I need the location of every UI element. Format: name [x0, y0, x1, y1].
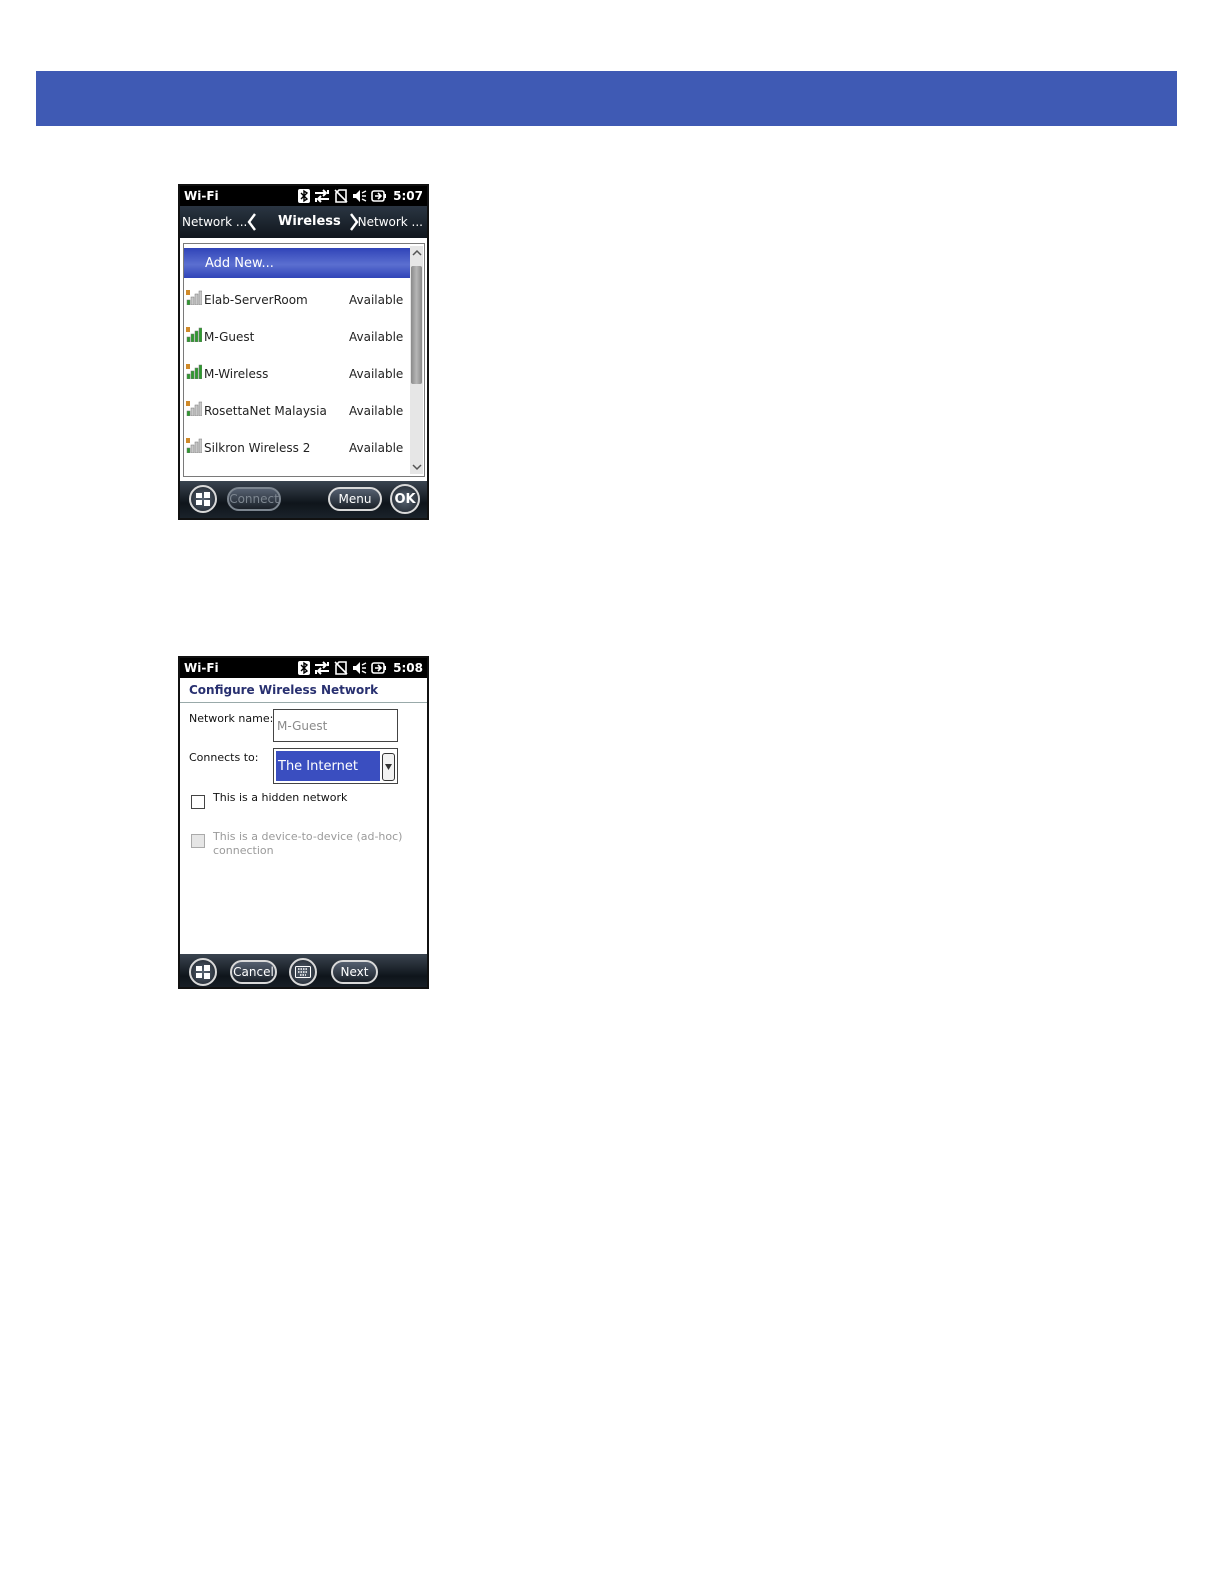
network-name: RosettaNet Malaysia: [204, 404, 327, 418]
ok-button[interactable]: OK: [390, 484, 420, 514]
list-item[interactable]: Silkron Wireless 2 Available: [184, 433, 411, 463]
status-time: 5:08: [393, 661, 423, 675]
lock-icon: [186, 290, 190, 295]
network-status: Available: [349, 293, 404, 307]
connects-to-label: Connects to:: [189, 751, 259, 764]
network-name: M-Guest: [204, 330, 255, 344]
battery-charging-icon: [371, 190, 387, 202]
signal-bar: [186, 447, 191, 454]
network-status: Available: [349, 330, 404, 344]
signal-bar: [198, 438, 203, 454]
network-name-label: Network name:: [189, 712, 274, 725]
document-header-banner: [36, 71, 1177, 126]
signal-bar: [186, 299, 191, 306]
lock-icon: [186, 327, 190, 332]
connects-to-value: The Internet: [276, 751, 380, 781]
network-status: Available: [349, 441, 404, 455]
network-name: M-Wireless: [204, 367, 269, 381]
status-bar: Wi-Fi 5:07: [180, 186, 427, 206]
signal-strength-icon: [186, 289, 203, 308]
signal-bar: [190, 333, 195, 343]
list-item[interactable]: Elab-ServerRoom Available: [184, 285, 411, 315]
scrollbar[interactable]: [410, 246, 423, 474]
bluetooth-icon: [298, 189, 311, 203]
windows-start-icon[interactable]: [189, 485, 217, 513]
list-item[interactable]: RosettaNet Malaysia Available: [184, 396, 411, 426]
cancel-button[interactable]: Cancel: [230, 960, 277, 984]
data-transfer-icon: [315, 189, 330, 203]
signal-bar: [194, 441, 199, 454]
signal-bar: [194, 404, 199, 417]
signal-bar: [198, 290, 203, 306]
next-button[interactable]: Next: [331, 960, 378, 984]
dropdown-arrow-icon[interactable]: [382, 753, 395, 781]
tab-network-left[interactable]: Network ...: [182, 215, 247, 229]
signal-bar: [194, 330, 199, 343]
softkey-bar: Connect Menu OK: [180, 481, 427, 518]
add-new-item[interactable]: Add New...: [184, 248, 411, 278]
status-title: Wi-Fi: [184, 661, 219, 675]
connect-button[interactable]: Connect: [227, 487, 281, 511]
keyboard-icon[interactable]: [289, 958, 317, 986]
signal-bar: [198, 364, 203, 380]
adhoc-label: This is a device-to-device (ad-hoc) conn…: [213, 830, 403, 857]
speaker-muted-icon: [353, 662, 367, 674]
signal-bar: [198, 401, 203, 417]
signal-bar: [190, 444, 195, 454]
tab-wireless[interactable]: Wireless: [278, 214, 341, 229]
speaker-muted-icon: [353, 190, 367, 202]
wifi-networks-screen: Wi-Fi 5:07 Network ... Wireless Network …: [178, 184, 429, 520]
no-sim-icon: [334, 661, 348, 675]
title-divider: [180, 702, 427, 703]
menu-button[interactable]: Menu: [328, 487, 382, 511]
list-item[interactable]: M-Wireless Available: [184, 359, 411, 389]
network-status: Available: [349, 404, 404, 418]
windows-start-icon[interactable]: [189, 958, 217, 986]
network-list: Add New... Elab-ServerRoom Available M-G…: [183, 243, 425, 477]
signal-bar: [190, 296, 195, 306]
status-time: 5:07: [393, 189, 423, 203]
signal-bar: [190, 407, 195, 417]
list-item[interactable]: M-Guest Available: [184, 322, 411, 352]
connects-to-select[interactable]: The Internet: [273, 748, 398, 784]
signal-strength-icon: [186, 400, 203, 419]
chevron-left-icon[interactable]: [246, 212, 258, 232]
network-status: Available: [349, 367, 404, 381]
signal-strength-icon: [186, 326, 203, 345]
softkey-bar: Cancel Next: [180, 954, 427, 987]
configure-network-screen: Wi-Fi 5:08 Configure Wireless Network Ne…: [178, 656, 429, 989]
hidden-network-checkbox[interactable]: [191, 795, 205, 809]
lock-icon: [186, 438, 190, 443]
signal-bar: [186, 373, 191, 380]
scroll-thumb[interactable]: [411, 266, 422, 384]
status-title: Wi-Fi: [184, 189, 219, 203]
tab-bar: Network ... Wireless Network ...: [180, 206, 427, 238]
bluetooth-icon: [298, 661, 311, 675]
status-bar: Wi-Fi 5:08: [180, 658, 427, 678]
tab-network-right[interactable]: Network ...: [358, 215, 423, 229]
signal-strength-icon: [186, 363, 203, 382]
signal-strength-icon: [186, 437, 203, 456]
battery-charging-icon: [371, 662, 387, 674]
status-icons: 5:07: [298, 187, 423, 205]
scroll-up-icon[interactable]: [410, 246, 423, 260]
status-icons: 5:08: [298, 659, 423, 677]
network-name-field[interactable]: M-Guest: [273, 709, 398, 742]
scroll-down-icon[interactable]: [410, 460, 423, 474]
lock-icon: [186, 364, 190, 369]
signal-bar: [186, 336, 191, 343]
hidden-network-label: This is a hidden network: [213, 791, 348, 804]
no-sim-icon: [334, 189, 348, 203]
signal-bar: [190, 370, 195, 380]
signal-bar: [194, 367, 199, 380]
signal-bar: [198, 327, 203, 343]
network-name: Elab-ServerRoom: [204, 293, 308, 307]
network-name: Silkron Wireless 2: [204, 441, 311, 455]
page-title: Configure Wireless Network: [189, 683, 379, 697]
signal-bar: [186, 410, 191, 417]
signal-bar: [194, 293, 199, 306]
adhoc-checkbox[interactable]: [191, 834, 205, 848]
data-transfer-icon: [315, 661, 330, 675]
lock-icon: [186, 401, 190, 406]
